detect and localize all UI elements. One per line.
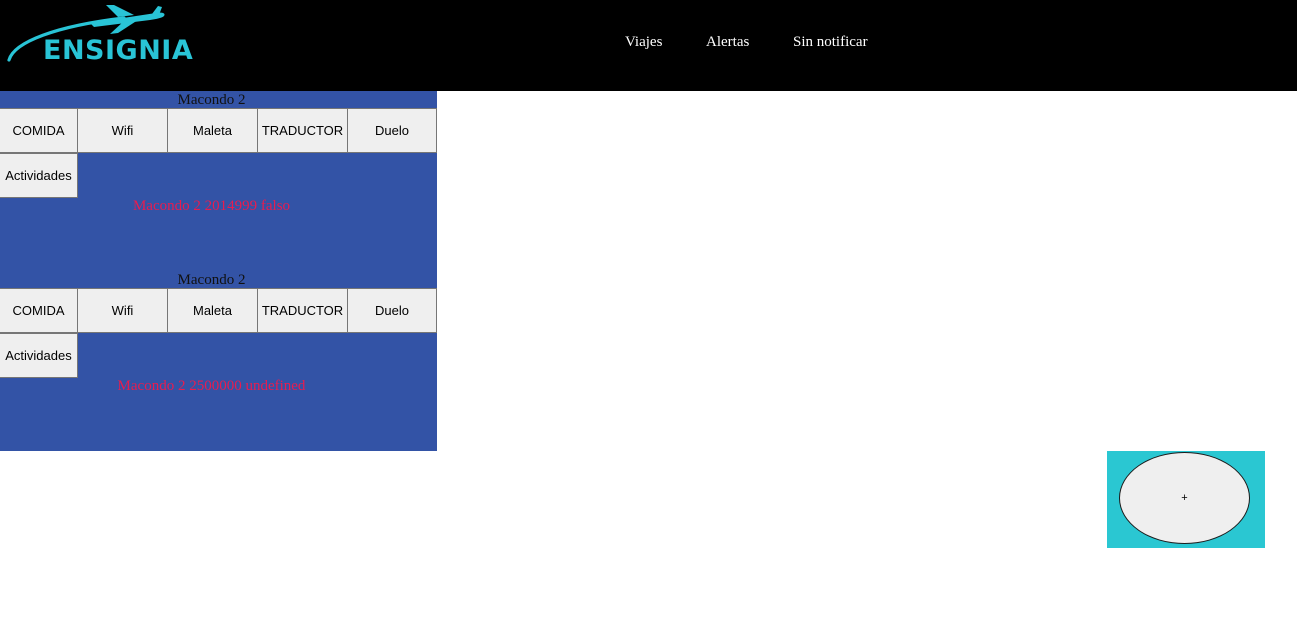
nav-sin-notificar[interactable]: Sin notificar: [793, 33, 868, 51]
wifi-button[interactable]: Wifi: [77, 288, 168, 333]
trip-title: Macondo 2: [177, 272, 246, 288]
top-navbar: ENSIGNIA Viajes Alertas Sin notificar: [0, 0, 1297, 91]
nav-alertas[interactable]: Alertas: [706, 33, 749, 51]
maleta-button[interactable]: Maleta: [167, 108, 258, 153]
traductor-button[interactable]: TRADUCTOR: [257, 108, 348, 153]
actividades-button[interactable]: Actividades: [0, 153, 78, 198]
add-trip-container: +: [1107, 451, 1265, 548]
trip-info: Macondo 2 2014999 falso: [132, 198, 291, 214]
ensignia-logo[interactable]: ENSIGNIA: [6, 4, 193, 68]
duelo-button[interactable]: Duelo: [347, 288, 437, 333]
traductor-button[interactable]: TRADUCTOR: [257, 288, 348, 333]
logo-text: ENSIGNIA: [43, 35, 194, 66]
comida-button[interactable]: COMIDA: [0, 288, 78, 333]
trip-info: Macondo 2 2500000 undefined: [117, 378, 306, 394]
trip-title: Macondo 2: [177, 92, 246, 108]
duelo-button[interactable]: Duelo: [347, 108, 437, 153]
nav-viajes[interactable]: Viajes: [625, 33, 662, 51]
comida-button[interactable]: COMIDA: [0, 108, 78, 153]
actividades-button[interactable]: Actividades: [0, 333, 78, 378]
trip-card: Macondo 2 COMIDA Wifi Maleta TRADUCTOR D…: [0, 271, 437, 451]
add-trip-button[interactable]: +: [1119, 452, 1250, 544]
trip-card: Macondo 2 COMIDA Wifi Maleta TRADUCTOR D…: [0, 91, 437, 271]
maleta-button[interactable]: Maleta: [167, 288, 258, 333]
wifi-button[interactable]: Wifi: [77, 108, 168, 153]
